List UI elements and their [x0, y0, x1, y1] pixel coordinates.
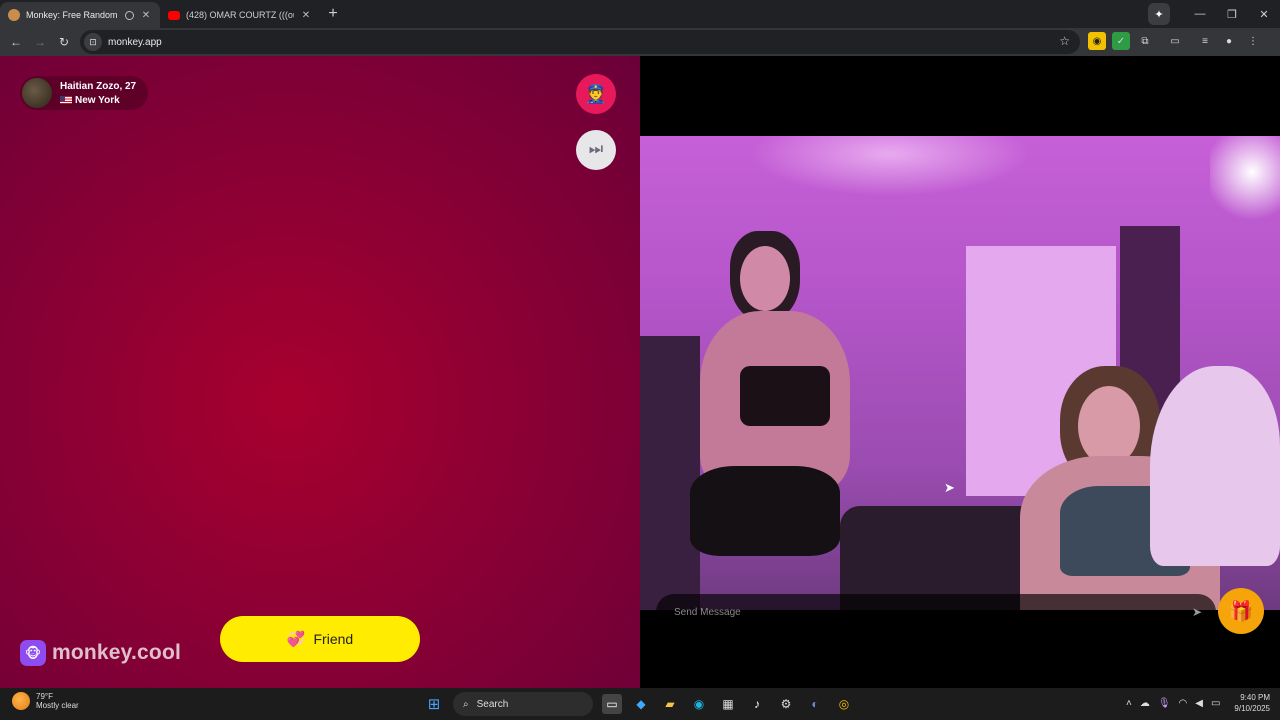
clock-date: 9/10/2025: [1234, 704, 1270, 713]
discord-icon[interactable]: ◐: [805, 694, 825, 714]
url-text: monkey.app: [108, 36, 162, 48]
partner-profile[interactable]: Haitian Zozo, 27 New York: [20, 76, 149, 110]
tab-title: Monkey: Free Random Vide: [26, 10, 119, 20]
close-tab-icon[interactable]: ✕: [300, 10, 312, 21]
wifi-icon[interactable]: ◠: [1179, 698, 1188, 709]
partner-panel: Haitian Zozo, 27 New York 👮 ⏭ 🐵 monkey.c…: [0, 56, 640, 688]
weather-widget[interactable]: 79°F Mostly clear: [12, 692, 79, 710]
edge-icon[interactable]: ◉: [689, 694, 709, 714]
profile-avatar-icon[interactable]: ●: [1220, 32, 1238, 50]
partner-location: New York: [60, 95, 136, 106]
recording-indicator-icon: [125, 10, 134, 20]
close-window-button[interactable]: ✕: [1248, 8, 1280, 21]
settings-icon[interactable]: ⚙: [776, 694, 796, 714]
minimize-button[interactable]: —: [1184, 8, 1216, 20]
message-placeholder: Send Message: [674, 606, 741, 618]
onedrive-icon[interactable]: ☁: [1140, 698, 1150, 709]
friend-button[interactable]: 💞 Friend: [220, 616, 420, 662]
brand-name: monkey.cool: [52, 641, 182, 664]
message-input[interactable]: Send Message ➤: [656, 594, 1216, 630]
browser-toolbar: ← → ↻ ⊡ monkey.app ☆ ◉ ✓ ⧉ ▭ ≡ ● ⋮: [0, 28, 1280, 56]
close-tab-icon[interactable]: ✕: [140, 10, 152, 21]
system-tray: ˄ ☁ 🎙 ◠ ◀ ▭ 9:40 PM 9/10/2025: [1126, 692, 1270, 714]
tab-youtube[interactable]: (428) OMAR COURTZ (((ousi))) ✕: [160, 2, 320, 28]
store-icon[interactable]: ▦: [718, 694, 738, 714]
video-panel: ➤ Send Message ➤ 🎁: [640, 56, 1280, 688]
extensions-area: ◉ ✓ ⧉ ▭ ≡ ● ⋮: [1088, 32, 1262, 50]
task-view-icon[interactable]: ▭: [602, 694, 622, 714]
person-top: [740, 366, 830, 426]
chrome-icon[interactable]: ◎: [834, 694, 854, 714]
location-text: New York: [75, 94, 120, 106]
gift-icon: 🎁: [1228, 600, 1254, 623]
weather-temp: 79°F: [36, 692, 53, 701]
person-face: [740, 246, 790, 311]
address-bar[interactable]: ⊡ monkey.app ☆: [80, 30, 1080, 54]
media-control-icon[interactable]: ▭: [1166, 32, 1184, 50]
reading-list-icon[interactable]: ≡: [1196, 32, 1214, 50]
youtube-favicon-icon: [168, 10, 180, 20]
friend-label: Friend: [313, 631, 354, 647]
led-glow: [1210, 136, 1280, 226]
search-label: Search: [476, 698, 509, 710]
window-controls: ✦ — ❐ ✕: [1148, 0, 1280, 28]
browser-tabstrip: Monkey: Free Random Vide ✕ (428) OMAR CO…: [0, 0, 1280, 28]
report-button[interactable]: 👮: [576, 74, 616, 114]
reload-button[interactable]: ↻: [52, 35, 76, 49]
bookmark-star-icon[interactable]: ☆: [1059, 34, 1070, 48]
tab-monkey[interactable]: Monkey: Free Random Vide ✕: [0, 2, 160, 28]
heart-icon: 💞: [286, 631, 306, 648]
extension-yellow-icon[interactable]: ◉: [1088, 32, 1106, 50]
us-flag-icon: [60, 96, 72, 104]
police-officer-icon: 👮: [584, 83, 608, 104]
copilot-icon[interactable]: ◆: [631, 694, 651, 714]
taskbar-clock[interactable]: 9:40 PM 9/10/2025: [1234, 692, 1270, 714]
windows-start-icon[interactable]: ⊞: [424, 694, 444, 714]
brand-logo: 🐵 monkey.cool: [20, 640, 181, 666]
back-button[interactable]: ←: [4, 35, 28, 49]
skip-button[interactable]: ⏭: [576, 130, 616, 170]
person-face: [1078, 386, 1140, 466]
site-info-icon[interactable]: ⊡: [84, 33, 102, 51]
weather-desc: Mostly clear: [36, 701, 79, 710]
volume-icon[interactable]: ◀: [1195, 698, 1203, 709]
skip-next-icon: ⏭: [588, 141, 604, 158]
shelf: [640, 336, 700, 610]
remote-video-feed: ➤: [640, 136, 1280, 610]
maximize-button[interactable]: ❐: [1216, 8, 1248, 21]
taskbar-apps: ⊞ ⌕ Search ▭ ◆ ▰ ◉ ▦ ♪ ⚙ ◐ ◎: [424, 692, 854, 716]
gaming-chair: [1150, 366, 1280, 566]
forward-button[interactable]: →: [28, 35, 52, 49]
tab-title: (428) OMAR COURTZ (((ousi))): [186, 10, 294, 20]
new-tab-button[interactable]: +: [320, 2, 346, 28]
menu-kebab-icon[interactable]: ⋮: [1244, 32, 1262, 50]
taskbar-search[interactable]: ⌕ Search: [453, 692, 593, 716]
windows-taskbar: 79°F Mostly clear ⊞ ⌕ Search ▭ ◆ ▰ ◉ ▦ ♪…: [0, 688, 1280, 720]
partner-name-age: Haitian Zozo, 27: [60, 80, 137, 92]
extension-check-icon[interactable]: ✓: [1112, 32, 1130, 50]
ceiling-light: [750, 136, 1030, 196]
mouse-cursor-icon: ➤: [944, 480, 955, 495]
send-icon[interactable]: ➤: [1192, 605, 1202, 619]
gemini-icon[interactable]: ✦: [1148, 3, 1170, 25]
avatar: [22, 78, 52, 108]
person-shorts: [690, 466, 840, 556]
gift-button[interactable]: 🎁: [1218, 588, 1264, 634]
microphone-icon[interactable]: 🎙: [1158, 698, 1171, 709]
clock-time: 9:40 PM: [1240, 693, 1270, 702]
weather-icon: [12, 692, 30, 710]
chevron-up-icon[interactable]: ˄: [1126, 698, 1132, 709]
tiktok-icon[interactable]: ♪: [747, 694, 767, 714]
battery-icon[interactable]: ▭: [1211, 698, 1220, 709]
file-explorer-icon[interactable]: ▰: [660, 694, 680, 714]
monkey-favicon-icon: [8, 9, 20, 21]
monkey-logo-icon: 🐵: [20, 640, 46, 666]
search-icon: ⌕: [463, 698, 469, 710]
extensions-puzzle-icon[interactable]: ⧉: [1136, 32, 1154, 50]
